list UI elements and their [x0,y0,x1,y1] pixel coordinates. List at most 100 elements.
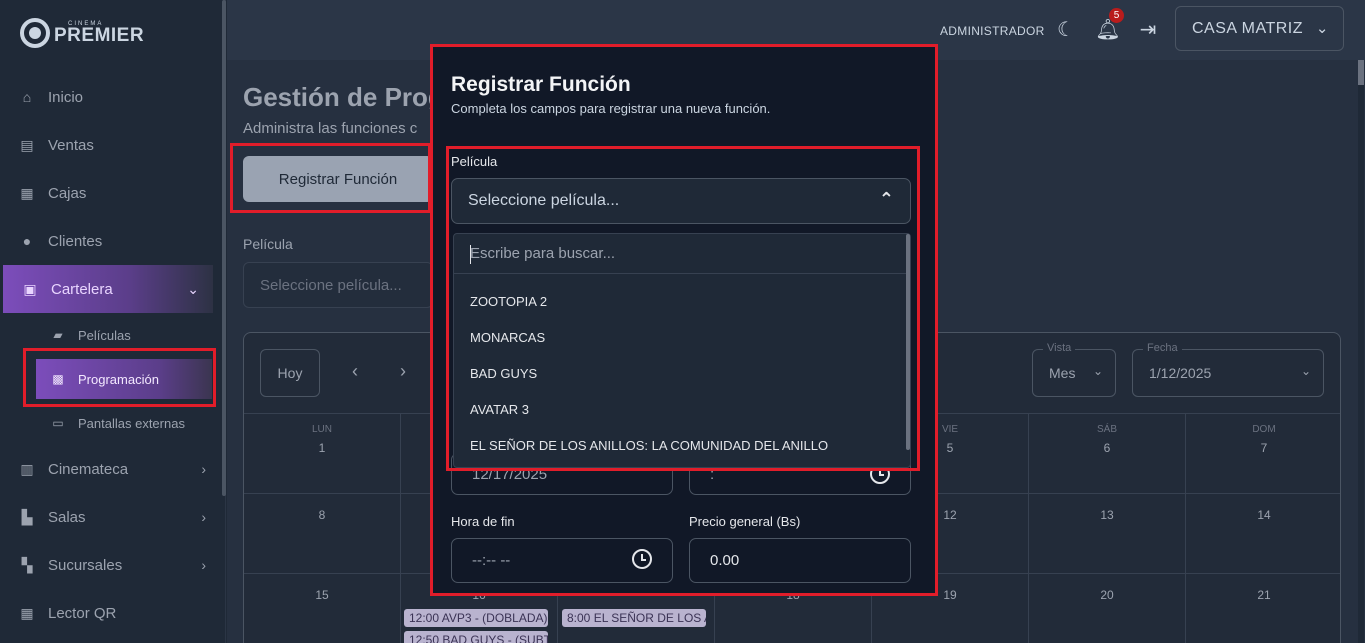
movie-dropdown: Escribe para buscar... ZOOTOPIA 2 MONARC… [453,233,911,468]
calendar-icon: ▩ [52,372,64,386]
sidebar-item-clientes[interactable]: ● Clientes [0,217,220,265]
cash-register-icon: ▦ [20,184,34,201]
calendar-day[interactable]: 21 [1186,573,1340,643]
sidebar-item-salas[interactable]: ▙ Salas › [0,493,220,541]
chevron-right-icon[interactable]: › [400,361,406,382]
sidebar-item-label: Sucursales [48,556,123,574]
price-label: Precio general (Bs) [689,514,801,529]
movie-option[interactable]: BAD GUYS [470,366,537,381]
chevron-up-icon: ⌃ [878,189,894,209]
monitor-icon: ▭ [52,416,64,430]
end-time-value: --:-- -- [472,552,511,569]
sidebar-item-cartelera[interactable]: ▣ Cartelera ⌄ [3,265,213,313]
branch-value: CASA MATRIZ [1192,19,1303,37]
branch-select[interactable]: CASA MATRIZ ⌄ [1175,6,1344,51]
movie-option[interactable]: AVATAR 3 [470,402,529,417]
sidebar-item-ventas[interactable]: ▤ Ventas [0,121,220,169]
movie-select-value: Seleccione película... [468,192,620,209]
day-number: 7 [1260,441,1268,455]
movie-search-input[interactable]: Escribe para buscar... [454,234,906,274]
sidebar-item-cajas[interactable]: ▦ Cajas [0,169,220,217]
users-icon: ● [22,233,32,249]
price-input[interactable]: 0.00 [689,538,911,583]
date-label: Fecha [1143,342,1182,354]
calendar-day[interactable]: DOM 7 [1186,413,1340,493]
sidebar-item-label: Ventas [48,136,94,154]
seat-icon: ▙ [21,508,33,525]
calendar-day[interactable]: SÁB 6 [1029,413,1186,493]
cart-icon: ▤ [20,136,34,153]
clapper-icon: ▰ [53,328,63,342]
sidebar-subitem-pantallas-externas[interactable]: ▭ Pantallas externas [36,403,212,443]
register-function-modal: Registrar Función Completa los campos pa… [430,44,938,596]
day-number: 14 [1257,508,1271,522]
page-title: Gestión de Prog [243,82,444,112]
sidebar-subitem-programacion[interactable]: ▩ Programación [36,359,212,399]
chevron-right-icon: › [201,557,206,573]
qr-icon: ▦ [20,604,34,621]
weekday-label: SÁB [1096,424,1117,435]
movie-option[interactable]: ZOOTOPIA 2 [470,294,547,309]
calendar-event[interactable]: 12:50 BAD GUYS - (SUBTIT [404,631,548,643]
day-number: 6 [1103,441,1111,455]
calendar-day[interactable]: 15 [244,573,401,643]
clock-icon [632,549,652,569]
brand-logo[interactable]: CINEMA PREMIER [20,18,144,48]
sidebar-item-label: Salas [48,508,86,526]
calendar-day[interactable]: 8 [244,493,401,573]
home-icon: ⌂ [22,89,32,105]
weekday-label: DOM [1252,424,1276,435]
modal-subtitle: Completa los campos para registrar una n… [451,101,771,116]
calendar-day[interactable]: 13 [1029,493,1186,573]
sidebar-scrollbar[interactable] [222,0,226,496]
main-scrollbar[interactable] [1358,60,1364,643]
end-time-input[interactable]: --:-- -- [451,538,673,583]
sidebar-item-label: Inicio [48,88,84,106]
day-number: 21 [1257,588,1271,602]
dropdown-scrollbar[interactable] [906,234,910,450]
sidebar-item-label: Cajas [48,184,87,202]
calendar-event[interactable]: 8:00 EL SEÑOR DE LOS AN [562,609,706,627]
chevron-down-icon: ⌄ [1300,364,1311,378]
sidebar-item-lector-qr[interactable]: ▦ Lector QR [0,589,220,637]
sidebar-item-inicio[interactable]: ⌂ Inicio [0,73,220,121]
chevron-right-icon: › [201,509,206,525]
modal-title: Registrar Función [451,73,631,96]
register-function-button[interactable]: Registrar Función [243,156,433,202]
movie-option[interactable]: EL SEÑOR DE LOS ANILLOS: LA COMUNIDAD DE… [470,438,828,453]
calendar-event[interactable]: 12:00 AVP3 - (DOBLADA) [404,609,548,627]
notification-badge: 5 [1109,8,1124,23]
chevron-left-icon[interactable]: ‹ [352,361,358,382]
today-button[interactable]: Hoy [260,349,320,397]
view-select[interactable]: Vista Mes ⌄ [1032,342,1116,397]
weekday-label: LUN [311,424,332,435]
sidebar-subitem-peliculas[interactable]: ▰ Películas [36,315,212,355]
movie-filter-select[interactable]: Seleccione película... [243,262,433,308]
sidebar-subitem-label: Pantallas externas [78,415,185,431]
brand-name: PREMIER [54,25,145,46]
day-number: 13 [1100,508,1114,522]
movie-label: Película [451,154,498,169]
sidebar-item-label: Clientes [48,232,103,250]
calendar-day[interactable]: 14 [1186,493,1340,573]
sidebar-item-cinemateca[interactable]: ▥ Cinemateca › [0,445,220,493]
day-number: 20 [1100,588,1114,602]
sidebar-item-sucursales[interactable]: ▚ Sucursales › [0,541,220,589]
calendar-day[interactable]: LUN 1 [244,413,401,493]
chevron-down-icon: ⌄ [1315,20,1329,37]
date-select[interactable]: Fecha 1/12/2025 ⌄ [1132,342,1324,397]
sidebar-item-label: Cinemateca [48,460,129,478]
movie-option[interactable]: MONARCAS [470,330,545,345]
dark-mode-icon[interactable]: ☾ [1053,16,1079,42]
day-number: 8 [318,508,326,522]
movie-filter-label: Película [243,236,293,252]
movie-select[interactable]: Seleccione película... ⌃ [451,178,911,224]
film-icon: ▣ [23,280,37,297]
start-time-value: : [710,465,715,483]
date-value: 1/12/2025 [1149,365,1212,381]
sidebar: CINEMA PREMIER ⌂ Inicio ▤ Ventas ▦ Cajas… [0,0,226,643]
logout-icon[interactable]: ⇥ [1135,16,1161,42]
chevron-right-icon: › [201,461,206,477]
calendar-day[interactable]: 20 [1029,573,1186,643]
end-time-label: Hora de fin [451,514,515,529]
